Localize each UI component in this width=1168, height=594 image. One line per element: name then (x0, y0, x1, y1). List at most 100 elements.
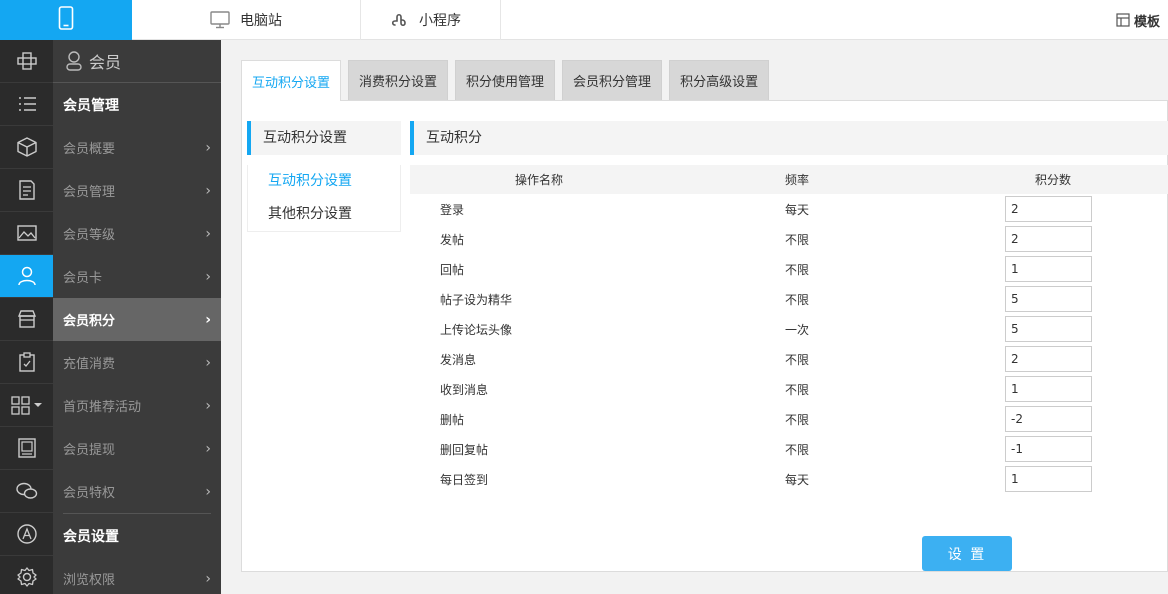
action-name: 回帖 (440, 262, 465, 277)
sidebar-group-member-settings: 会员设置 (63, 528, 119, 545)
points-input[interactable] (1005, 316, 1092, 342)
tab-advanced-points[interactable]: 积分高级设置 (669, 60, 770, 100)
points-input[interactable] (1005, 466, 1092, 492)
tab-consumption-points[interactable]: 消费积分设置 (348, 60, 449, 100)
app-store-icon (16, 524, 37, 544)
sidebar-title: 会员 (89, 53, 122, 72)
rail-settings[interactable] (0, 556, 53, 594)
wechat-icon (15, 482, 37, 499)
plugin-icon (16, 52, 37, 70)
pc-site-tab[interactable]: 电脑站 (132, 0, 361, 40)
table-row: 回帖 不限 (410, 254, 1168, 284)
list-icon (18, 97, 36, 111)
rail-box[interactable] (0, 126, 53, 169)
sub-navigation: 互动积分设置 互动积分设置 其他积分设置 (247, 121, 401, 232)
sidebar-item-browse-permission[interactable]: 浏览权限 › (53, 557, 221, 594)
top-bar: 电脑站 小程序 模板 (0, 0, 1168, 40)
action-name: 登录 (440, 202, 465, 217)
chevron-right-icon: › (205, 268, 211, 285)
sidebar-item-label: 会员提现 (63, 443, 116, 458)
user-icon (17, 266, 36, 286)
sidebar-item-label: 会员概要 (63, 142, 116, 157)
points-cell (1005, 464, 1168, 494)
picture-frame-icon (17, 438, 36, 458)
action-name: 帖子设为精华 (440, 292, 513, 307)
action-frequency: 一次 (785, 322, 810, 337)
rail-list[interactable] (0, 83, 53, 126)
rail-plugin[interactable] (0, 40, 53, 83)
tab-interactive-points[interactable]: 互动积分设置 (241, 60, 342, 101)
sidebar-item-member-overview[interactable]: 会员概要 › (53, 126, 221, 169)
points-input[interactable] (1005, 346, 1092, 372)
subnav-item-interactive[interactable]: 互动积分设置 (248, 165, 400, 198)
sidebar-item-member-level[interactable]: 会员等级 › (53, 212, 221, 255)
tab-bar: 互动积分设置 消费积分设置 积分使用管理 会员积分管理 积分高级设置 (241, 60, 1168, 101)
mini-program-tab[interactable]: 小程序 (361, 0, 501, 40)
gear-icon (16, 567, 37, 587)
rail-member[interactable] (0, 255, 53, 298)
sidebar-item-homepage-promo[interactable]: 首页推荐活动 › (53, 384, 221, 427)
action-name: 删回复帖 (440, 442, 489, 457)
action-name: 上传论坛头像 (440, 322, 513, 337)
template-icon (1116, 13, 1130, 27)
rail-grid[interactable] (0, 384, 53, 427)
sidebar: 会员 会员管理 会员概要 › 会员管理 › 会员等级 › 会员卡 › 会员积分 › 充值消… (53, 40, 221, 594)
points-input[interactable] (1005, 376, 1092, 402)
chevron-right-icon: › (205, 570, 211, 587)
table-row: 收到消息 不限 (410, 374, 1168, 404)
points-input[interactable] (1005, 226, 1092, 252)
table-row: 登录 每天 (410, 194, 1168, 224)
sidebar-item-member-points[interactable]: 会员积分 › (53, 298, 221, 341)
tab-points-usage[interactable]: 积分使用管理 (455, 60, 556, 100)
points-cell (1005, 374, 1168, 404)
image-icon (16, 225, 37, 241)
sidebar-item-label: 浏览权限 (63, 573, 116, 588)
chevron-right-icon: › (205, 311, 211, 328)
points-input[interactable] (1005, 436, 1092, 462)
sidebar-item-member-card[interactable]: 会员卡 › (53, 255, 221, 298)
rail-article[interactable] (0, 169, 53, 212)
points-cell (1005, 404, 1168, 434)
tab-member-points[interactable]: 会员积分管理 (562, 60, 663, 100)
rail-wechat[interactable] (0, 470, 53, 513)
rail-app[interactable] (0, 513, 53, 556)
table-row: 删帖 不限 (410, 404, 1168, 434)
chevron-right-icon: › (205, 397, 211, 414)
sidebar-item-privileges[interactable]: 会员特权 › (53, 470, 221, 513)
points-input[interactable] (1005, 406, 1092, 432)
icon-rail (0, 40, 53, 594)
rail-clipboard[interactable] (0, 341, 53, 384)
phone-icon (58, 6, 74, 34)
sidebar-header: 会员 (53, 40, 221, 83)
table-row: 帖子设为精华 不限 (410, 284, 1168, 314)
action-name: 每日签到 (440, 472, 489, 487)
points-cell (1005, 194, 1168, 224)
template-button[interactable]: 模板 (1116, 0, 1160, 40)
sidebar-item-label: 会员等级 (63, 228, 116, 243)
points-input[interactable] (1005, 286, 1092, 312)
sidebar-item-member-management[interactable]: 会员管理 › (53, 169, 221, 212)
grid-icon (10, 396, 42, 415)
rail-picture-frame[interactable] (0, 427, 53, 470)
table-row: 发帖 不限 (410, 224, 1168, 254)
rail-store[interactable] (0, 298, 53, 341)
action-name: 发消息 (440, 352, 477, 367)
action-name: 收到消息 (440, 382, 489, 397)
chevron-right-icon: › (205, 225, 211, 242)
sidebar-item-label: 会员卡 (63, 271, 103, 286)
action-frequency: 每天 (785, 202, 810, 217)
chevron-right-icon: › (205, 139, 211, 156)
sidebar-item-withdraw[interactable]: 会员提现 › (53, 427, 221, 470)
points-cell (1005, 224, 1168, 254)
sidebar-item-label: 首页推荐活动 (63, 400, 142, 415)
sidebar-item-label: 会员管理 (63, 185, 116, 200)
save-button[interactable]: 设 置 (922, 536, 1012, 571)
sidebar-item-recharge[interactable]: 充值消费 › (53, 341, 221, 384)
action-frequency: 不限 (785, 352, 810, 367)
mobile-site-tab[interactable] (0, 0, 132, 40)
points-input[interactable] (1005, 196, 1092, 222)
points-input[interactable] (1005, 256, 1092, 282)
rail-image[interactable] (0, 212, 53, 255)
main-content: 互动积分设置 消费积分设置 积分使用管理 会员积分管理 积分高级设置 互动积分设… (241, 60, 1168, 572)
subnav-item-other[interactable]: 其他积分设置 (248, 198, 400, 231)
